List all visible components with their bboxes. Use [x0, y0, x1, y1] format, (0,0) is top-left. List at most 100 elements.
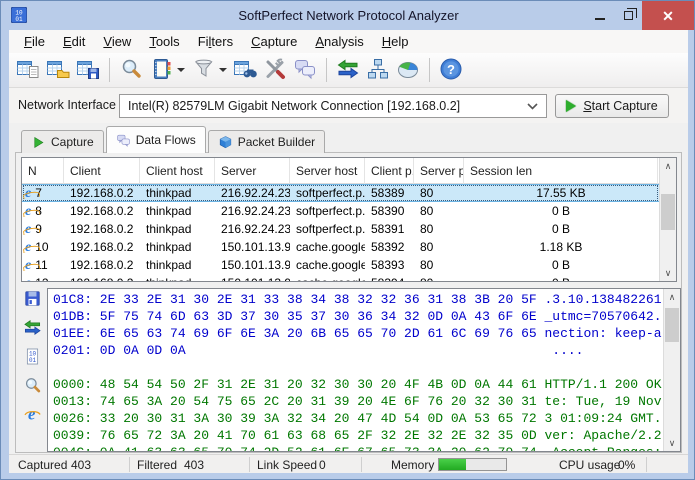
- hex-line-client: 01C8: 2E 33 2E 31 30 2E 31 33 38 34 38 3…: [53, 291, 662, 308]
- comments-icon: [116, 133, 131, 148]
- cell-server-host: softperfect.p...: [290, 222, 365, 236]
- column-header-client-host[interactable]: Client host: [140, 158, 215, 184]
- scroll-up-icon[interactable]: ∧: [664, 289, 680, 305]
- menu-item-help[interactable]: Help: [373, 31, 418, 52]
- filtered-label: Filtered: [137, 458, 177, 472]
- menu-item-capture[interactable]: Capture: [242, 31, 306, 52]
- scrollbar-thumb[interactable]: [665, 308, 679, 342]
- toolbar-separator: [109, 58, 110, 82]
- menu-item-view[interactable]: View: [94, 31, 140, 52]
- cell-n: e7: [22, 186, 64, 200]
- cell-client: 192.168.0.2: [64, 204, 140, 218]
- browser-icon: e: [25, 187, 31, 200]
- column-header-client-p[interactable]: Client p...: [365, 158, 414, 184]
- new-flows-button[interactable]: [13, 56, 43, 84]
- scroll-down-icon[interactable]: ∨: [660, 265, 676, 281]
- flow-row-12[interactable]: e12192.168.0.2thinkpad150.101.13.91cache…: [22, 274, 659, 281]
- menu-item-edit[interactable]: Edit: [54, 31, 94, 52]
- hex-view[interactable]: 01C8: 2E 33 2E 31 30 2E 31 33 38 34 38 3…: [47, 288, 681, 452]
- cell-n: e12: [22, 276, 64, 281]
- flows-button[interactable]: [333, 56, 363, 84]
- comments-button[interactable]: [290, 56, 320, 84]
- flows-icon: [23, 318, 42, 340]
- flows-button[interactable]: [22, 319, 42, 339]
- hex-line-blank: [53, 359, 662, 376]
- hex-line-client: 01DB: 5F 75 74 6D 63 3D 37 30 35 37 30 3…: [53, 308, 662, 325]
- column-header-server[interactable]: Server: [215, 158, 290, 184]
- column-header-session-len[interactable]: Session len: [464, 158, 658, 184]
- settings-button[interactable]: [260, 56, 290, 84]
- browser-icon: e: [25, 241, 31, 254]
- network-interface-select[interactable]: Intel(R) 82579LM Gigabit Network Connect…: [119, 94, 547, 118]
- tab-label: Packet Builder: [238, 135, 315, 149]
- binary-doc-button[interactable]: 1001: [22, 348, 42, 368]
- flow-row-8[interactable]: e8192.168.0.2thinkpad216.92.24.234softpe…: [22, 202, 659, 220]
- help-button[interactable]: ?: [436, 56, 466, 84]
- dropdown-arrow-icon[interactable]: [219, 68, 227, 72]
- cell-server: 150.101.13.91: [215, 276, 290, 281]
- hex-scrollbar[interactable]: ∧ ∨: [663, 289, 680, 451]
- menu-item-file[interactable]: File: [15, 31, 54, 52]
- network-icon: [366, 57, 390, 84]
- save-file-button[interactable]: [22, 290, 42, 310]
- svg-text:?: ?: [447, 61, 455, 76]
- find-flows-icon: [233, 57, 257, 84]
- network-button[interactable]: [363, 56, 393, 84]
- menu-item-tools[interactable]: Tools: [140, 31, 188, 52]
- captured-value: 403: [71, 458, 91, 472]
- tab-label: Capture: [51, 135, 94, 149]
- flow-row-7[interactable]: e7192.168.0.2thinkpad216.92.24.234softpe…: [22, 184, 659, 202]
- dropdown-arrow-icon[interactable]: [177, 68, 185, 72]
- column-header-client[interactable]: Client: [64, 158, 140, 184]
- filter-button[interactable]: [188, 56, 230, 84]
- scroll-down-icon[interactable]: ∨: [664, 435, 680, 451]
- svg-text:01: 01: [28, 357, 36, 364]
- hex-line-server: 0000: 48 54 54 50 2F 31 2E 31 20 32 30 3…: [53, 376, 662, 393]
- menu-item-filters[interactable]: Filters: [189, 31, 242, 52]
- start-capture-button[interactable]: Start Capture: [555, 94, 669, 118]
- statistics-button[interactable]: [393, 56, 423, 84]
- table-scrollbar[interactable]: ∧ ∨: [659, 158, 676, 281]
- flow-row-11[interactable]: e11192.168.0.2thinkpad150.101.13.91cache…: [22, 256, 659, 274]
- cell-client: 192.168.0.2: [64, 240, 140, 254]
- find-flows-button[interactable]: [230, 56, 260, 84]
- data-flows-table: NClientClient hostServerServer hostClien…: [21, 157, 677, 282]
- scroll-up-icon[interactable]: ∧: [660, 158, 676, 174]
- minimize-button[interactable]: [586, 1, 614, 30]
- view-icon: [119, 57, 143, 84]
- save-flows-button[interactable]: [73, 56, 103, 84]
- cell-client-host: thinkpad: [140, 222, 215, 236]
- ie-button[interactable]: e: [22, 406, 42, 426]
- chevron-down-icon: [527, 103, 538, 110]
- cell-client: 192.168.0.2: [64, 258, 140, 272]
- flow-row-10[interactable]: e10192.168.0.2thinkpad150.101.13.91cache…: [22, 238, 659, 256]
- restore-button[interactable]: [614, 1, 642, 30]
- svg-text:e: e: [28, 405, 35, 424]
- hex-line-server: 0013: 74 65 3A 20 54 75 65 2C 20 31 39 2…: [53, 393, 662, 410]
- column-header-server-host[interactable]: Server host: [290, 158, 365, 184]
- menu-item-analysis[interactable]: Analysis: [306, 31, 372, 52]
- browser-icon: e: [25, 259, 31, 272]
- link-speed-label: Link Speed: [257, 458, 317, 472]
- tab-packet-builder[interactable]: Packet Builder: [208, 130, 325, 153]
- view-button[interactable]: [22, 377, 42, 397]
- save-file-icon: [23, 289, 42, 311]
- close-button[interactable]: ✕: [642, 1, 694, 30]
- open-flows-button[interactable]: [43, 56, 73, 84]
- column-header-n[interactable]: N: [22, 158, 64, 184]
- cell-client-port: 58391: [365, 222, 414, 236]
- cpu-usage-label: CPU usage: [559, 458, 620, 472]
- cell-server-host: softperfect.p...: [290, 186, 365, 200]
- tab-data-flows[interactable]: Data Flows: [106, 126, 206, 153]
- address-book-button[interactable]: [146, 56, 188, 84]
- cell-client-host: thinkpad: [140, 240, 215, 254]
- close-icon: ✕: [662, 9, 674, 23]
- title-bar[interactable]: 1001 SoftPerfect Network Protocol Analyz…: [1, 1, 695, 30]
- tab-capture[interactable]: Capture: [21, 130, 104, 153]
- column-header-server-p[interactable]: Server p...: [414, 158, 464, 184]
- flow-row-9[interactable]: e9192.168.0.2thinkpad216.92.24.234softpe…: [22, 220, 659, 238]
- cell-n: e8: [22, 204, 64, 218]
- view-button[interactable]: [116, 56, 146, 84]
- link-speed-value: 0: [319, 458, 326, 472]
- scrollbar-thumb[interactable]: [661, 194, 675, 230]
